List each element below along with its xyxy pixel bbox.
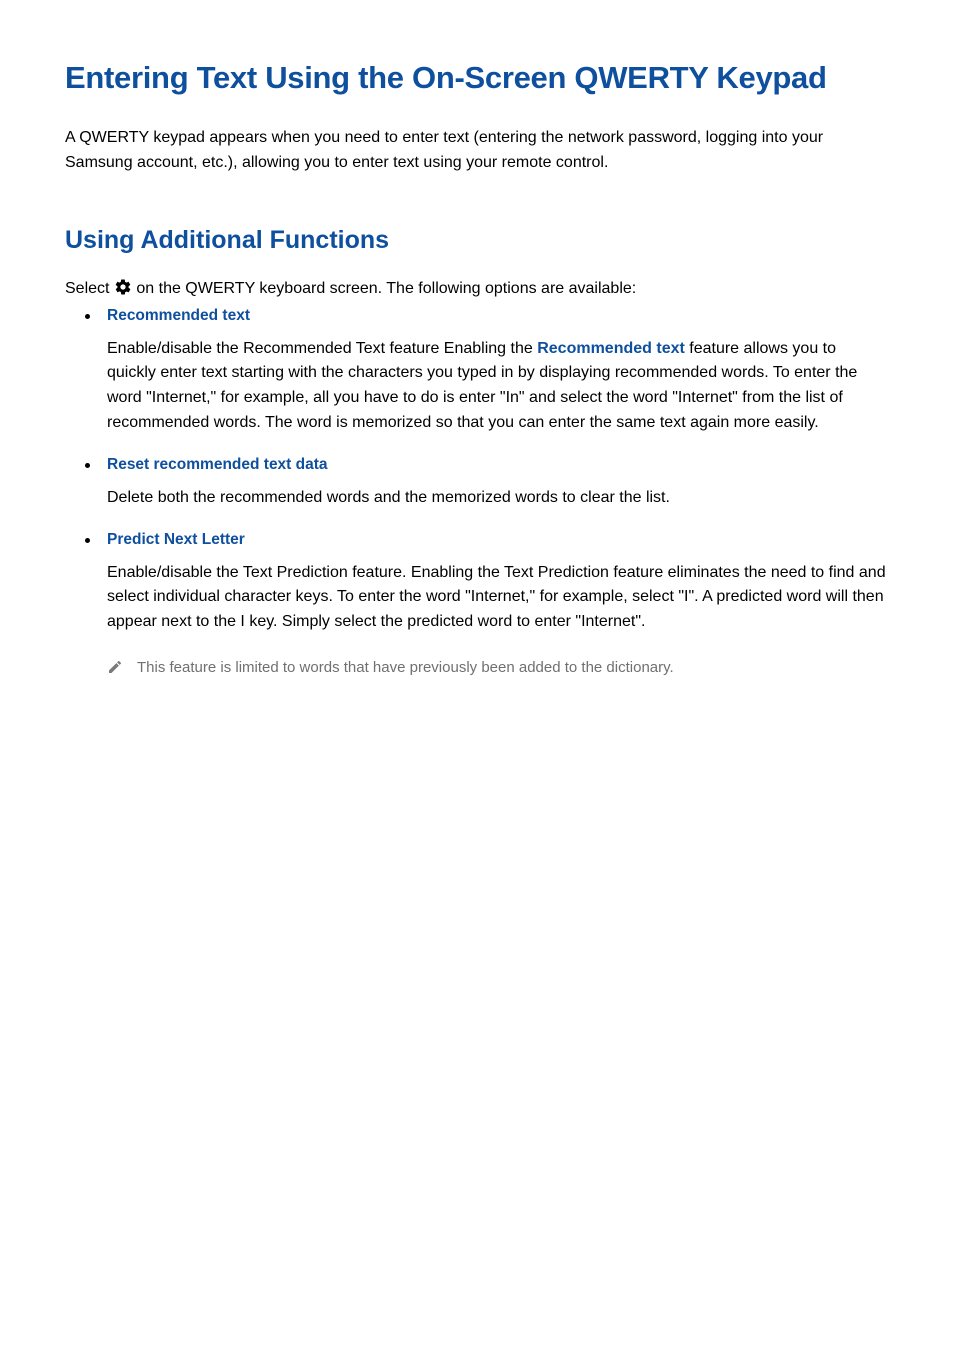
- feature-title: Recommended text: [107, 307, 889, 325]
- feature-description: Delete both the recommended words and th…: [107, 486, 889, 511]
- desc-prefix: Enable/disable the Recommended Text feat…: [107, 340, 537, 357]
- section-title: Using Additional Functions: [65, 226, 889, 255]
- feature-description: Enable/disable the Text Prediction featu…: [107, 561, 889, 635]
- section-intro-prefix: Select: [65, 280, 114, 297]
- note-text: This feature is limited to words that ha…: [137, 657, 674, 680]
- feature-title: Predict Next Letter: [107, 531, 889, 549]
- intro-paragraph: A QWERTY keypad appears when you need to…: [65, 126, 889, 176]
- feature-title: Reset recommended text data: [107, 456, 889, 474]
- feature-list: Recommended text Enable/disable the Reco…: [65, 307, 889, 680]
- section-intro-suffix: on the QWERTY keyboard screen. The follo…: [136, 280, 636, 297]
- page-title: Entering Text Using the On-Screen QWERTY…: [65, 60, 889, 96]
- desc-highlight: Recommended text: [537, 340, 685, 357]
- note-block: This feature is limited to words that ha…: [107, 657, 889, 680]
- gear-icon: [114, 278, 132, 296]
- feature-description: Enable/disable the Recommended Text feat…: [107, 337, 889, 436]
- feature-item-reset-recommended: Reset recommended text data Delete both …: [85, 456, 889, 511]
- pencil-icon: [107, 659, 123, 675]
- section-intro: Select on the QWERTY keyboard screen. Th…: [65, 277, 889, 301]
- feature-item-recommended-text: Recommended text Enable/disable the Reco…: [85, 307, 889, 436]
- feature-item-predict-next-letter: Predict Next Letter Enable/disable the T…: [85, 531, 889, 680]
